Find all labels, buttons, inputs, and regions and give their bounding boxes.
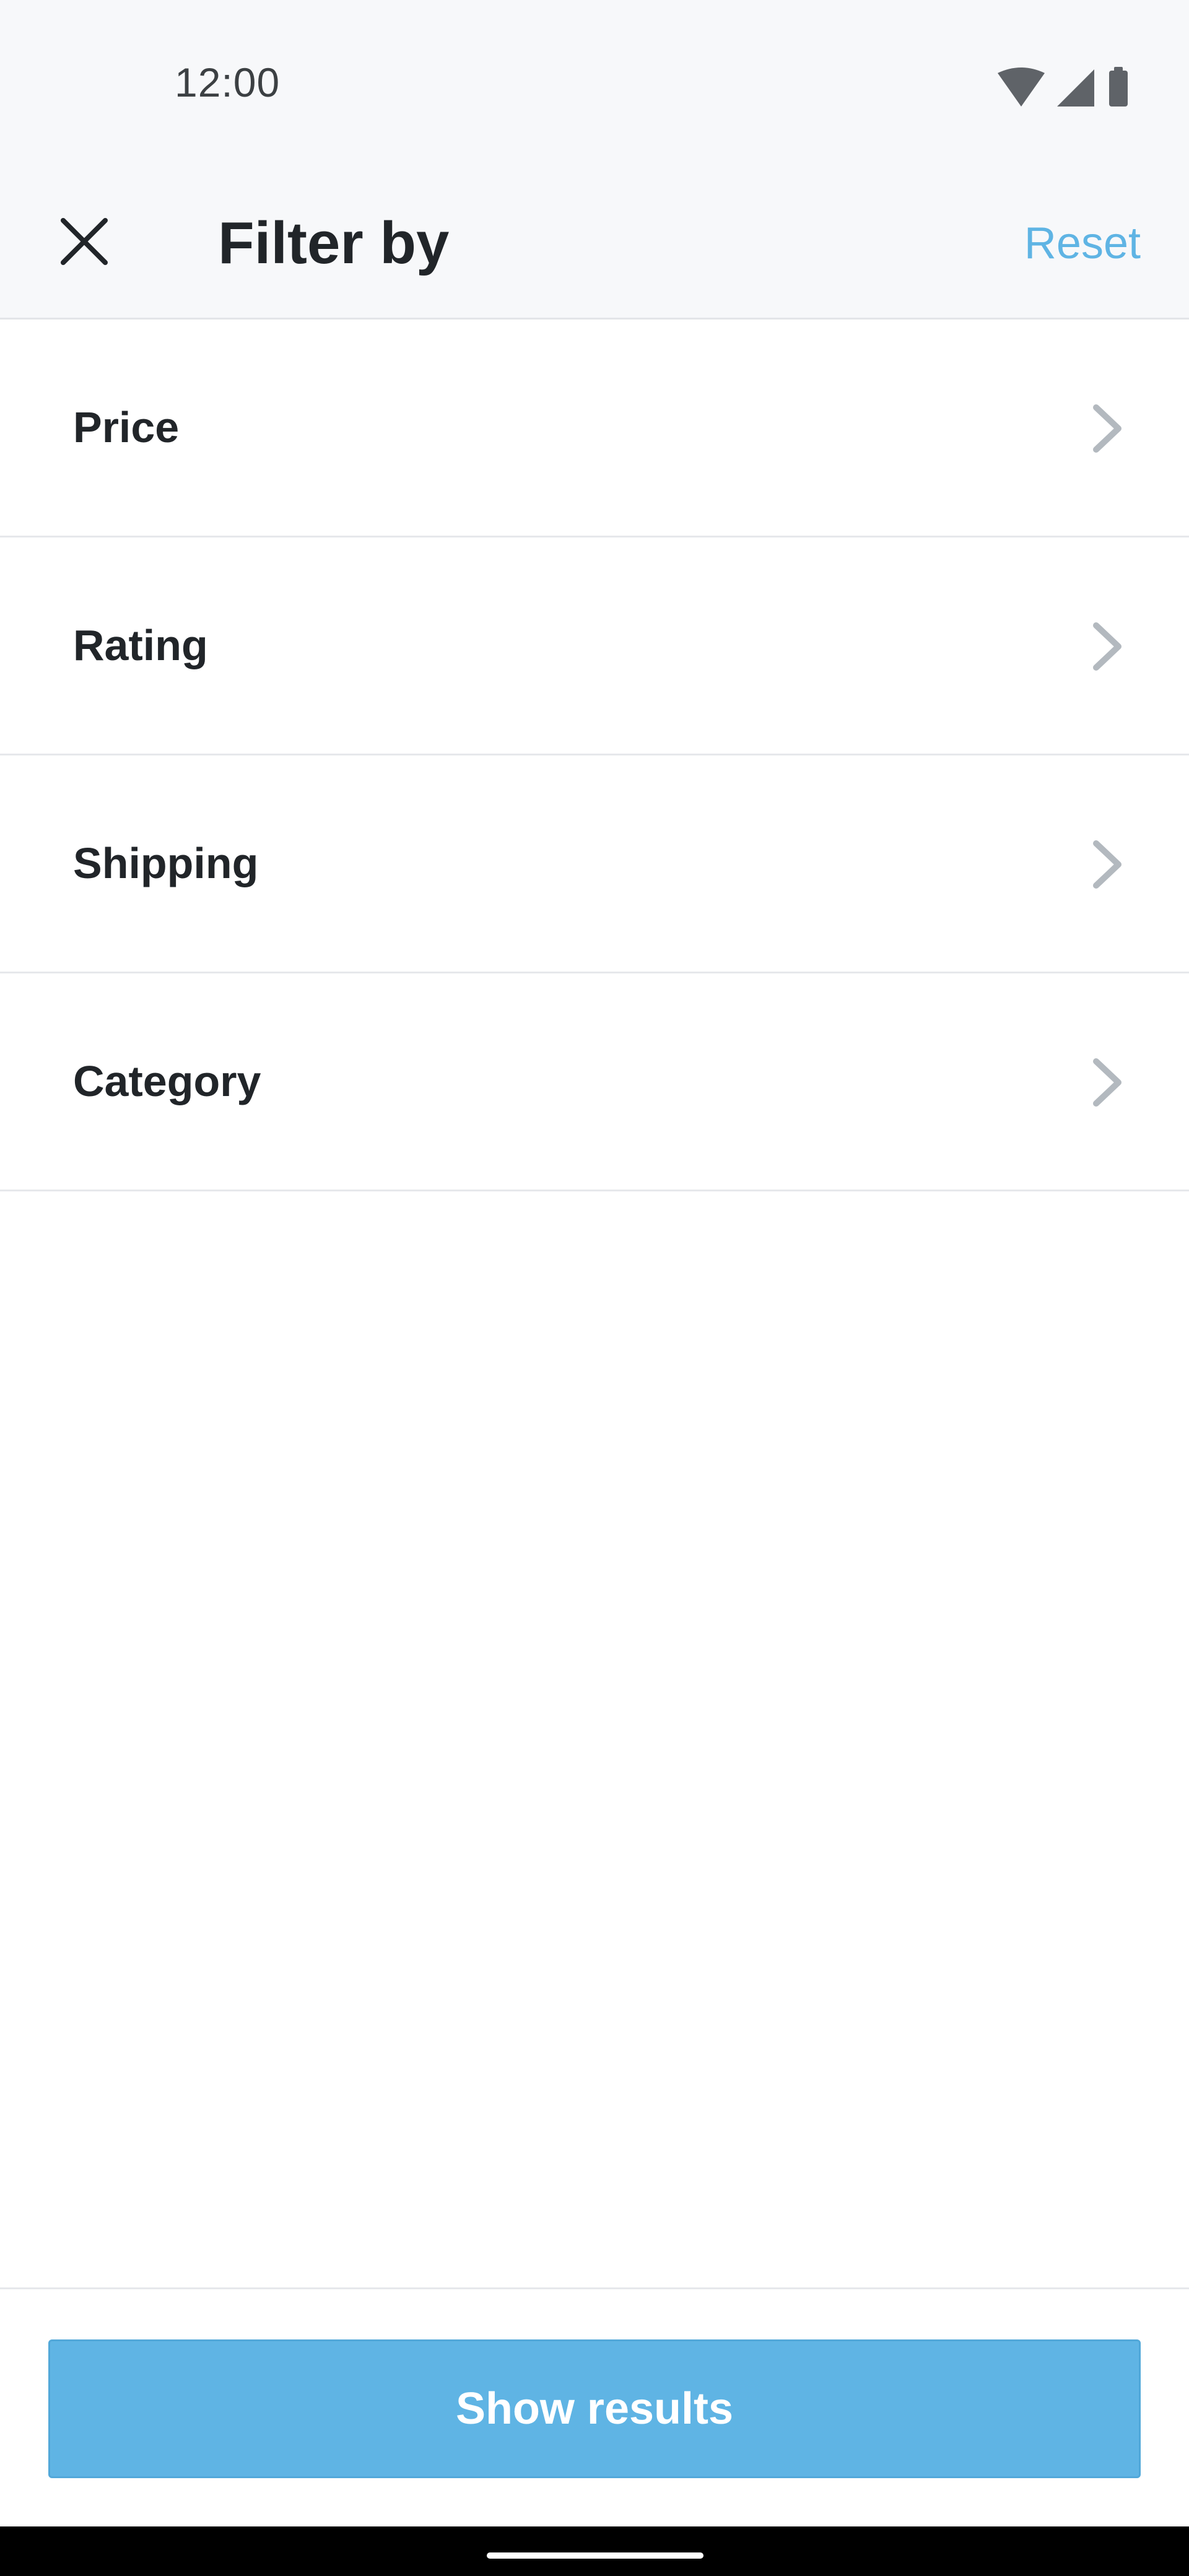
status-bar: 12:00 [0, 0, 1189, 167]
app-header: Filter by Reset [0, 167, 1189, 320]
filter-item-shipping[interactable]: Shipping [0, 755, 1189, 973]
reset-button[interactable]: Reset [1024, 167, 1141, 320]
chevron-right-icon [1093, 622, 1121, 671]
status-time: 12:00 [175, 59, 281, 105]
wifi-icon [998, 67, 1045, 107]
page-title: Filter by [218, 210, 450, 276]
system-nav-bar [0, 2526, 1189, 2576]
home-gesture-handle[interactable] [487, 2552, 703, 2559]
filter-label: Rating [73, 621, 208, 669]
chevron-right-icon [1093, 1058, 1121, 1107]
filter-item-category[interactable]: Category [0, 973, 1189, 1191]
filter-item-rating[interactable]: Rating [0, 537, 1189, 755]
status-icons [998, 67, 1137, 111]
close-button[interactable] [50, 207, 119, 276]
close-icon [61, 218, 108, 265]
chevron-right-icon [1093, 404, 1121, 453]
chevron-right-icon [1093, 840, 1121, 889]
filter-label: Price [73, 403, 180, 451]
filter-list: Price Rating Shipping Category [0, 320, 1189, 1191]
show-results-button[interactable]: Show results [48, 2339, 1141, 2478]
battery-icon [1109, 67, 1128, 107]
bottom-action-bar: Show results [0, 2287, 1189, 2526]
filter-label: Category [73, 1057, 261, 1105]
filter-item-price[interactable]: Price [0, 320, 1189, 537]
filter-label: Shipping [73, 839, 259, 887]
cell-signal-icon [1057, 69, 1094, 107]
